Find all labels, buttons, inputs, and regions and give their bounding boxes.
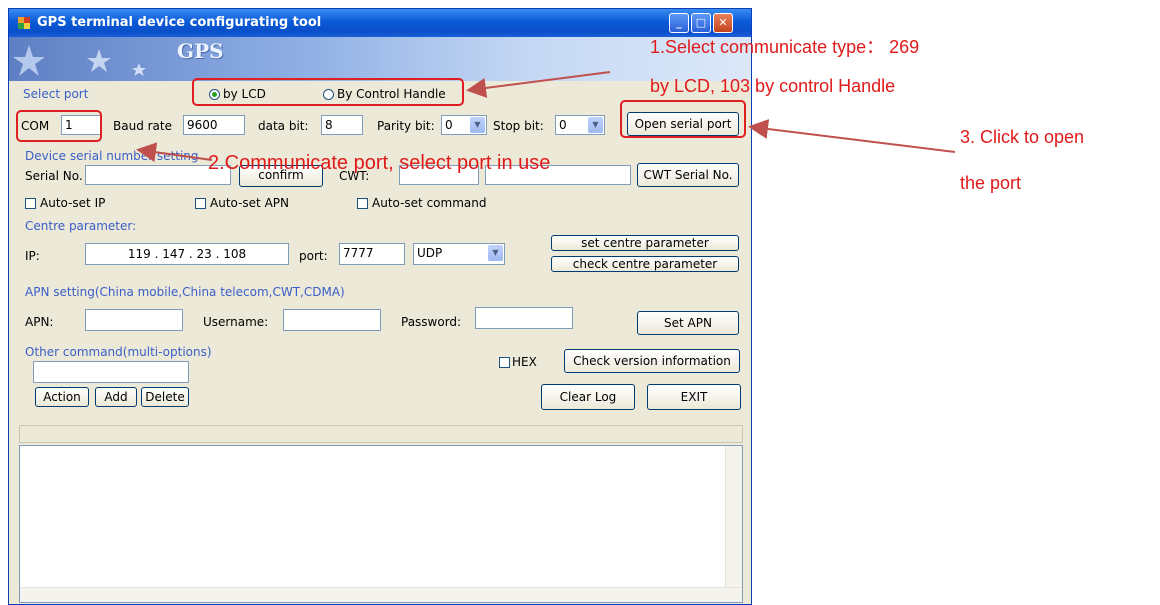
hex-label: HEX — [512, 355, 537, 369]
chevron-down-icon[interactable]: ▼ — [588, 117, 603, 133]
command-input[interactable] — [33, 361, 189, 383]
annotation-2: 2.Communicate port, select port in use — [208, 152, 551, 174]
centre-parameter-heading: Centre parameter: — [25, 219, 137, 233]
ip-label: IP: — [25, 249, 40, 263]
status-bar — [19, 425, 743, 443]
auto-set-command-checkbox[interactable] — [357, 198, 368, 209]
vertical-scrollbar[interactable] — [725, 446, 742, 602]
stars-icon — [13, 45, 146, 76]
stop-bit-label: Stop bit: — [493, 119, 544, 133]
annotation-1-line2: by LCD, 103 by control Handle — [650, 76, 896, 96]
set-centre-parameter-button[interactable]: set centre parameter — [551, 235, 739, 251]
data-bit-label: data bit: — [258, 119, 309, 133]
check-version-button[interactable]: Check version information — [564, 349, 740, 373]
add-button[interactable]: Add — [95, 387, 137, 407]
banner-logo: GPS — [177, 39, 224, 63]
username-input[interactable] — [283, 309, 381, 331]
password-input[interactable] — [475, 307, 573, 329]
highlight-com — [16, 110, 102, 142]
check-centre-parameter-button[interactable]: check centre parameter — [551, 256, 739, 272]
auto-set-apn-label: Auto-set APN — [210, 196, 289, 210]
close-icon[interactable]: ✕ — [713, 13, 733, 33]
port-input[interactable]: 7777 — [339, 243, 405, 265]
device-serial-heading: Device serial number setting — [25, 149, 199, 163]
username-label: Username: — [203, 315, 269, 329]
arrow-3 — [748, 119, 956, 153]
window-title: GPS terminal device configurating tool — [37, 15, 322, 30]
baud-rate-input[interactable]: 9600 — [183, 115, 245, 135]
ip-input[interactable]: 119 . 147 . 23 . 108 — [85, 243, 289, 265]
auto-set-command-label: Auto-set command — [372, 196, 487, 210]
title-bar[interactable]: GPS terminal device configurating tool _… — [9, 9, 751, 37]
data-bit-input[interactable]: 8 — [321, 115, 363, 135]
parity-bit-select[interactable]: 0 ▼ — [441, 115, 487, 135]
stop-bit-value: 0 — [559, 118, 567, 132]
delete-button[interactable]: Delete — [141, 387, 189, 407]
maximize-icon[interactable]: □ — [691, 13, 711, 33]
auto-set-apn-checkbox[interactable] — [195, 198, 206, 209]
parity-bit-value: 0 — [445, 118, 453, 132]
port-label: port: — [299, 249, 328, 263]
password-label: Password: — [401, 315, 462, 329]
apn-input[interactable] — [85, 309, 183, 331]
hex-checkbox[interactable] — [499, 357, 510, 368]
set-apn-button[interactable]: Set APN — [637, 311, 739, 335]
protocol-value: UDP — [417, 246, 443, 260]
auto-set-ip-label: Auto-set IP — [40, 196, 106, 210]
clear-log-button[interactable]: Clear Log — [541, 384, 635, 410]
serial-no-label: Serial No. — [25, 169, 83, 183]
chevron-down-icon[interactable]: ▼ — [470, 117, 485, 133]
annotation-1-line1: 1.Select communicate type： 269 — [650, 37, 920, 57]
annotation-3-line2: the port — [960, 173, 1022, 193]
app-icon — [18, 17, 30, 29]
annotation-3-line1: 3. Click to open — [960, 127, 1085, 147]
baud-rate-label: Baud rate — [113, 119, 172, 133]
exit-button[interactable]: EXIT — [647, 384, 741, 410]
other-command-heading: Other command(multi-options) — [25, 345, 212, 359]
banner: GPS — [9, 37, 751, 81]
highlight-select-port — [192, 78, 464, 106]
action-button[interactable]: Action — [35, 387, 89, 407]
horizontal-scrollbar[interactable] — [20, 587, 742, 602]
apn-heading: APN setting(China mobile,China telecom,C… — [25, 285, 345, 299]
parity-bit-label: Parity bit: — [377, 119, 435, 133]
select-port-heading: Select port — [23, 87, 89, 101]
log-textarea[interactable] — [19, 445, 743, 603]
cwt-serial-no-button[interactable]: CWT Serial No. — [637, 163, 739, 187]
apn-label: APN: — [25, 315, 54, 329]
minimize-icon[interactable]: _ — [669, 13, 689, 33]
highlight-open-port — [620, 100, 746, 138]
stop-bit-select[interactable]: 0 ▼ — [555, 115, 605, 135]
auto-set-ip-checkbox[interactable] — [25, 198, 36, 209]
chevron-down-icon[interactable]: ▼ — [488, 245, 503, 261]
protocol-select[interactable]: UDP ▼ — [413, 243, 505, 265]
